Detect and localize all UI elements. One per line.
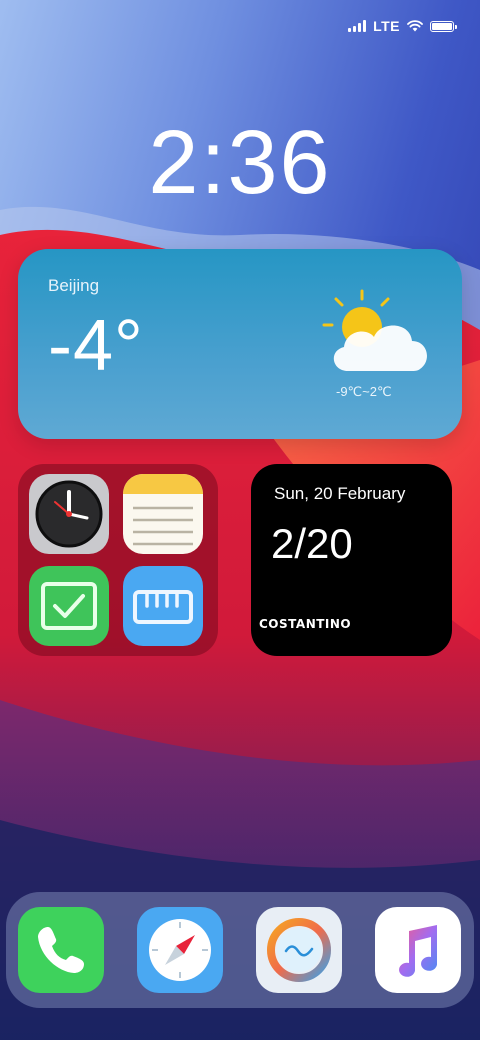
app-folder-widget[interactable] [18,464,218,656]
status-bar: LTE [348,18,457,34]
music-app-icon[interactable] [375,907,461,993]
lock-clock: 2:36 [148,113,332,213]
reminders-app-icon[interactable] [29,566,109,646]
ruler-app-icon[interactable] [123,566,203,646]
battery-icon [430,20,457,32]
weather-range: -9℃~2℃ [336,384,392,399]
calendar-big-date: 2/20 [271,520,353,567]
partly-cloudy-icon [322,289,427,371]
weather-widget[interactable]: Beijing -4° -9℃~2℃ [18,249,462,439]
network-type: LTE [373,18,400,34]
weather-city: Beijing [48,276,100,295]
weather-app-icon[interactable] [256,907,342,993]
phone-app-icon[interactable] [18,907,104,993]
calendar-date-line: Sun, 20 February [274,484,406,503]
calendar-owner-name: COSTANTINO [259,617,352,631]
cellular-signal-icon [348,20,367,32]
dock [6,892,474,1008]
notes-app-icon[interactable] [123,474,203,554]
clock-app-icon[interactable] [29,474,109,554]
safari-app-icon[interactable] [137,907,223,993]
wifi-icon [407,20,423,32]
calendar-widget[interactable]: Sun, 20 February 2/20 COSTANTINO [251,464,452,656]
weather-temperature: -4° [48,306,144,386]
